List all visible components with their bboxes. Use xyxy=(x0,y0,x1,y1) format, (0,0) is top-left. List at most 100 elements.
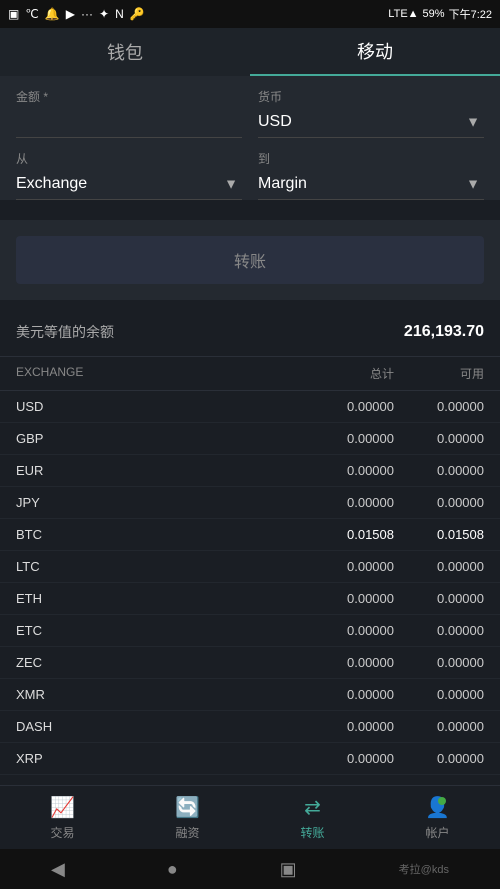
table-row: ETC 0.00000 0.00000 xyxy=(0,615,500,647)
nav-item-fund[interactable]: 🔄 融资 xyxy=(125,786,250,849)
to-label: 到 xyxy=(258,150,484,167)
section-divider xyxy=(0,300,500,308)
from-select[interactable]: Exchange xyxy=(16,171,242,193)
currency-select-wrapper: USD ▼ xyxy=(258,109,484,138)
table-row: ETH 0.00000 0.00000 xyxy=(0,583,500,615)
row-name: EUR xyxy=(16,463,294,478)
balance-value: 216,193.70 xyxy=(404,323,484,341)
icon-menu: ▣ xyxy=(8,7,19,21)
table-row: GBP 0.00000 0.00000 xyxy=(0,423,500,455)
sys-recents-button[interactable]: ▣ xyxy=(280,859,297,880)
table-row: JPY 0.00000 0.00000 xyxy=(0,487,500,519)
table-row: USD 0.00000 0.00000 xyxy=(0,391,500,423)
row-available: 0.00000 xyxy=(394,623,484,638)
nav-item-account[interactable]: 👤 帐户 xyxy=(375,786,500,849)
row-available: 0.00000 xyxy=(394,559,484,574)
row-available: 0.00000 xyxy=(394,751,484,766)
amount-group: 金额 * xyxy=(16,88,242,138)
sys-label: 考拉@kds xyxy=(399,861,449,877)
row-name: LTC xyxy=(16,559,294,574)
row-total: 0.01508 xyxy=(294,527,394,542)
row-name: ETH xyxy=(16,591,294,606)
row-total: 0.00000 xyxy=(294,399,394,414)
table-row: XRP 0.00000 0.00000 xyxy=(0,743,500,775)
to-dropdown-arrow: ▼ xyxy=(466,175,480,191)
row-available: 0.00000 xyxy=(394,591,484,606)
sys-back-button[interactable]: ◀ xyxy=(51,859,65,880)
row-name: ZEC xyxy=(16,655,294,670)
signal-icon: LTE▲ xyxy=(388,8,418,20)
tab-transfer[interactable]: 移动 xyxy=(250,28,500,76)
nav-item-transfer[interactable]: ⇄ 转账 xyxy=(250,786,375,849)
row-total: 0.00000 xyxy=(294,431,394,446)
to-select[interactable]: Margin xyxy=(258,171,484,193)
status-bar: ▣ ℃ 🔔 ▶ ··· ✦ N 🔑 LTE▲ 59% 下午7:22 xyxy=(0,0,500,28)
form-row-amount-currency: 金额 * 货币 USD ▼ xyxy=(16,88,484,138)
table-row: ZEC 0.00000 0.00000 xyxy=(0,647,500,679)
to-group: 到 Margin ▼ xyxy=(258,150,484,200)
row-name: ETC xyxy=(16,623,294,638)
row-available: 0.00000 xyxy=(394,399,484,414)
status-right-info: LTE▲ 59% 下午7:22 xyxy=(388,6,492,22)
transfer-button-row: 转账 xyxy=(0,220,500,300)
amount-label: 金额 * xyxy=(16,88,242,105)
amount-input[interactable] xyxy=(16,109,242,138)
form-row-from-to: 从 Exchange ▼ 到 Margin ▼ xyxy=(16,150,484,200)
sys-home-button[interactable]: ● xyxy=(167,859,178,880)
bottom-nav: 📈 交易 🔄 融资 ⇄ 转账 👤 帐户 xyxy=(0,785,500,849)
nav-item-trade[interactable]: 📈 交易 xyxy=(0,786,125,849)
balance-label: 美元等值的余额 xyxy=(16,322,114,342)
transfer-form: 金额 * 货币 USD ▼ 从 Exchange ▼ 到 Margin ▼ xyxy=(0,76,500,200)
table-row: BTC 0.01508 0.01508 xyxy=(0,519,500,551)
row-total: 0.00000 xyxy=(294,655,394,670)
currency-label: 货币 xyxy=(258,88,484,105)
icon-bluetooth: ✦ xyxy=(99,7,109,21)
row-total: 0.00000 xyxy=(294,623,394,638)
nav-label-transfer: 转账 xyxy=(300,824,324,841)
icon-dots: ··· xyxy=(81,7,93,21)
row-total: 0.00000 xyxy=(294,463,394,478)
row-name: DASH xyxy=(16,719,294,734)
currency-select[interactable]: USD xyxy=(258,109,484,131)
currency-group: 货币 USD ▼ xyxy=(258,88,484,138)
row-name: XMR xyxy=(16,687,294,702)
balance-section: 美元等值的余额 216,193.70 xyxy=(0,308,500,357)
account-online-dot xyxy=(438,797,446,805)
row-available: 0.00000 xyxy=(394,495,484,510)
row-name: JPY xyxy=(16,495,294,510)
nav-label-account: 帐户 xyxy=(425,824,449,841)
sys-nav-bar: ◀ ● ▣ 考拉@kds xyxy=(0,849,500,889)
account-icon-wrapper: 👤 xyxy=(425,795,450,820)
battery-level: 59% xyxy=(423,8,445,20)
row-name: GBP xyxy=(16,431,294,446)
clock: 下午7:22 xyxy=(449,6,492,22)
fund-icon: 🔄 xyxy=(175,795,200,820)
exchange-table-header: EXCHANGE 总计 可用 xyxy=(0,357,500,391)
icon-key: 🔑 xyxy=(130,7,145,21)
row-available: 0.00000 xyxy=(394,687,484,702)
from-select-wrapper: Exchange ▼ xyxy=(16,171,242,200)
row-name: USD xyxy=(16,399,294,414)
transfer-button[interactable]: 转账 xyxy=(16,236,484,284)
top-tab-bar: 钱包 移动 xyxy=(0,28,500,76)
tab-wallet[interactable]: 钱包 xyxy=(0,28,250,76)
table-row: LTC 0.00000 0.00000 xyxy=(0,551,500,583)
form-divider xyxy=(0,212,500,220)
icon-play: ▶ xyxy=(66,7,75,21)
table-row: EUR 0.00000 0.00000 xyxy=(0,455,500,487)
row-total: 0.00000 xyxy=(294,751,394,766)
row-total: 0.00000 xyxy=(294,495,394,510)
nav-label-trade: 交易 xyxy=(50,824,74,841)
icon-celsius: ℃ xyxy=(25,7,38,21)
row-total: 0.00000 xyxy=(294,559,394,574)
trade-icon: 📈 xyxy=(50,795,75,820)
total-column-header: 总计 xyxy=(294,365,394,382)
row-available: 0.00000 xyxy=(394,431,484,446)
row-available: 0.01508 xyxy=(394,527,484,542)
icon-bell: 🔔 xyxy=(45,7,60,21)
exchange-section: EXCHANGE 总计 可用 USD 0.00000 0.00000 GBP 0… xyxy=(0,357,500,775)
row-available: 0.00000 xyxy=(394,719,484,734)
row-total: 0.00000 xyxy=(294,719,394,734)
row-name: XRP xyxy=(16,751,294,766)
available-column-header: 可用 xyxy=(394,365,484,382)
